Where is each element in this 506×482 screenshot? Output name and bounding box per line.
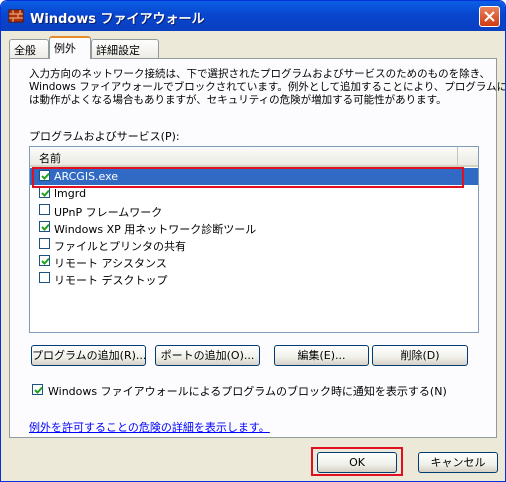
checkmark-icon	[41, 223, 50, 231]
tab-general[interactable]: 全般	[9, 39, 49, 58]
edit-button[interactable]: 編集(E)...	[274, 345, 369, 366]
notify-label: Windows ファイアウォールによるプログラムのブロック時に通知を表示する(N…	[48, 385, 447, 398]
description-line: 入力方向のネットワーク接続は、下で選択されたプログラムおよびサービスのためのもの…	[29, 68, 490, 80]
list-item-label: ファイルとプリンタの共有	[54, 240, 186, 253]
exceptions-panel: 入力方向のネットワーク接続は、下で選択されたプログラムおよびサービスのためのもの…	[9, 58, 506, 438]
checkbox[interactable]	[39, 238, 50, 249]
window-title: Windows ファイアウォール	[30, 12, 205, 27]
list-item-label: リモート アシスタンス	[54, 257, 167, 270]
list-item-remote-assistance[interactable]: リモート アシスタンス	[30, 253, 478, 270]
list-item-label: リモート デスクトップ	[54, 274, 168, 287]
column-header-name[interactable]: 名前	[30, 147, 458, 165]
highlight-box-arcgis	[32, 167, 464, 188]
checkbox[interactable]	[39, 221, 50, 232]
list-item-label: UPnP フレームワーク	[54, 206, 163, 219]
list-item-upnp[interactable]: UPnP フレームワーク	[30, 202, 478, 219]
checkbox[interactable]	[39, 204, 50, 215]
description: 入力方向のネットワーク接続は、下で選択されたプログラムおよびサービスのためのもの…	[29, 68, 506, 107]
checkbox[interactable]	[39, 255, 50, 266]
list-header: 名前	[30, 147, 478, 167]
checkmark-icon	[41, 257, 50, 265]
cancel-button[interactable]: キャンセル	[418, 452, 498, 473]
description-line: Windows ファイアウォールでブロックされています。例外として追加することに…	[29, 81, 506, 93]
list-item-label: lmgrd	[54, 187, 87, 200]
firewall-dialog: Windows ファイアウォール 全般 例外 詳細設定 入力方向のネットワーク接…	[0, 0, 506, 482]
description-line: は動作がよくなる場合もありますが、セキュリティの危険が増加する可能性があります。	[29, 94, 447, 106]
title-bar[interactable]: Windows ファイアウォール	[1, 1, 505, 31]
checkmark-icon	[34, 386, 43, 394]
notify-checkbox[interactable]	[32, 384, 43, 395]
list-item-label: Windows XP 用ネットワーク診断ツール	[54, 223, 257, 236]
checkmark-icon	[41, 189, 50, 197]
checkbox[interactable]	[39, 187, 50, 198]
add-port-button[interactable]: ポートの追加(O)...	[155, 345, 260, 366]
add-program-button[interactable]: プログラムの追加(R)...	[31, 345, 146, 366]
firewall-icon	[8, 8, 24, 24]
close-button[interactable]	[479, 6, 500, 27]
close-icon	[484, 11, 495, 22]
checkbox[interactable]	[39, 272, 50, 283]
programs-list-label: プログラムおよびサービス(P):	[29, 130, 180, 143]
list-item-remote-desktop[interactable]: リモート デスクトップ	[30, 270, 478, 287]
list-item-network-diagnostics[interactable]: Windows XP 用ネットワーク診断ツール	[30, 219, 478, 236]
list-item-file-printer-sharing[interactable]: ファイルとプリンタの共有	[30, 236, 478, 253]
risk-details-link[interactable]: 例外を許可することの危険の詳細を表示します。	[29, 419, 270, 435]
delete-button[interactable]: 削除(D)	[372, 345, 468, 366]
tab-exceptions[interactable]: 例外	[49, 36, 91, 59]
tab-advanced[interactable]: 詳細設定	[91, 39, 159, 58]
highlight-box-ok	[311, 447, 403, 476]
